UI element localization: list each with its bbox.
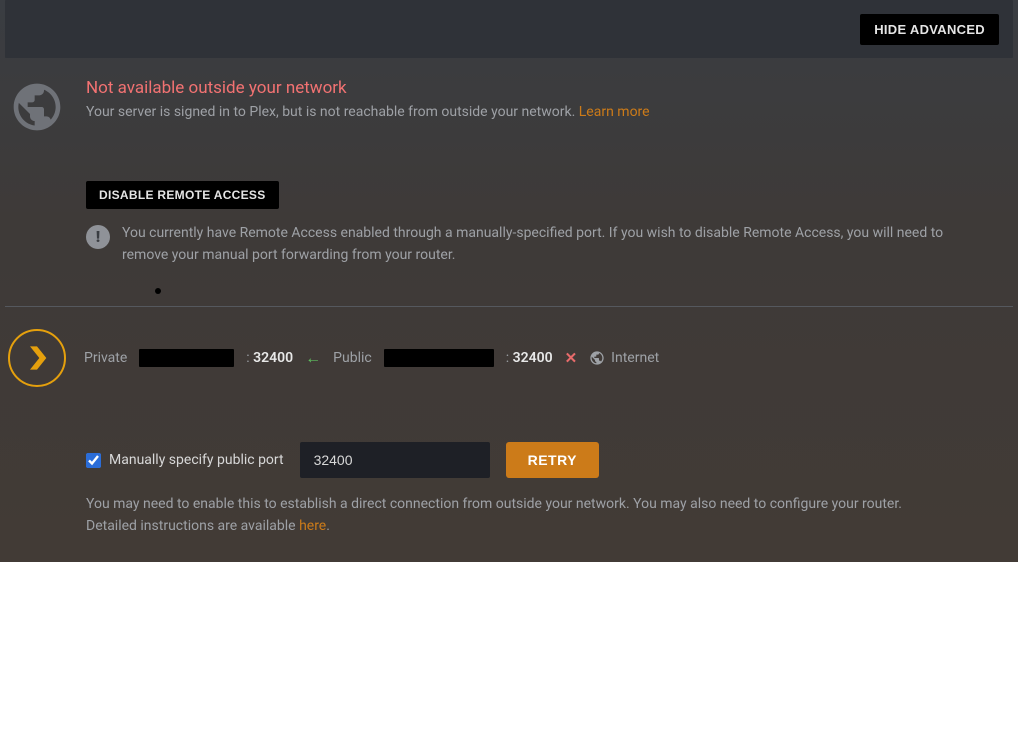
hide-advanced-button[interactable]: HIDE ADVANCED	[860, 14, 999, 45]
remote-access-panel: HIDE ADVANCED Not available outside your…	[0, 0, 1018, 562]
private-ip-redacted	[139, 349, 234, 367]
section-divider	[5, 306, 1013, 307]
exclamation-icon: !	[86, 225, 110, 249]
x-mark-icon: ✕	[565, 349, 578, 367]
public-port-input[interactable]	[300, 442, 490, 478]
public-ip-redacted	[384, 349, 494, 367]
manual-port-label-text: Manually specify public port	[109, 452, 284, 468]
plex-logo-icon	[8, 329, 66, 387]
connection-row: Private : 32400 ← Public : 32400 ✕ Inter…	[0, 329, 1018, 387]
manual-port-checkbox-label[interactable]: Manually specify public port	[86, 452, 284, 468]
public-port-sep: : 32400	[506, 350, 553, 366]
private-port-sep: : 32400	[246, 350, 293, 366]
private-label: Private	[84, 350, 127, 366]
internet-label: Internet	[611, 350, 659, 366]
port-help-prefix: You may need to enable this to establish…	[86, 496, 902, 534]
private-port: 32400	[253, 350, 293, 366]
status-subtitle: Your server is signed in to Plex, but is…	[86, 104, 650, 120]
disable-info-text: You currently have Remote Access enabled…	[122, 223, 992, 266]
port-config-section: Manually specify public port RETRY You m…	[86, 442, 1008, 537]
internet-indicator: Internet	[589, 350, 659, 366]
decorative-dot	[155, 288, 161, 294]
disable-remote-access-button[interactable]: DISABLE REMOTE ACCESS	[86, 181, 279, 209]
learn-more-link[interactable]: Learn more	[579, 104, 650, 120]
status-section: Not available outside your network Your …	[0, 78, 1018, 136]
status-subtitle-text: Your server is signed in to Plex, but is…	[86, 104, 579, 120]
arrow-left-icon: ←	[305, 348, 321, 368]
internet-globe-icon	[589, 350, 605, 366]
port-config-row: Manually specify public port RETRY	[86, 442, 1008, 478]
status-title: Not available outside your network	[86, 78, 650, 98]
port-help-text: You may need to enable this to establish…	[86, 494, 956, 537]
globe-icon	[8, 78, 66, 136]
public-label: Public	[333, 350, 372, 366]
public-port: 32400	[513, 350, 553, 366]
disable-info-row: ! You currently have Remote Access enabl…	[86, 223, 1008, 266]
port-help-suffix: .	[326, 518, 330, 534]
port-help-link[interactable]: here	[299, 518, 326, 534]
top-bar: HIDE ADVANCED	[5, 0, 1013, 58]
retry-button[interactable]: RETRY	[506, 442, 599, 478]
disable-section: DISABLE REMOTE ACCESS ! You currently ha…	[86, 181, 1008, 266]
manual-port-checkbox[interactable]	[86, 453, 101, 468]
connection-items: Private : 32400 ← Public : 32400 ✕ Inter…	[84, 348, 659, 368]
status-text: Not available outside your network Your …	[86, 78, 650, 120]
